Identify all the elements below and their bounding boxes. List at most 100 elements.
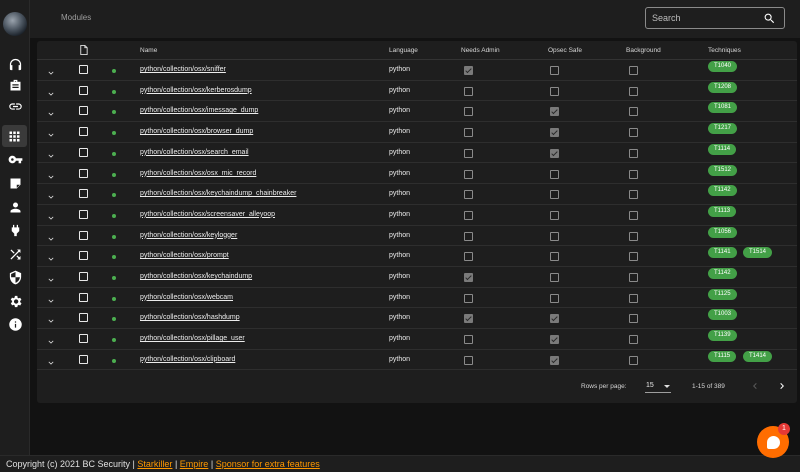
header-language[interactable]: Language bbox=[389, 47, 418, 54]
module-name-link[interactable]: python/collection/osx/hashdump bbox=[140, 314, 240, 321]
technique-chip[interactable]: T1081 bbox=[708, 102, 738, 114]
table-row[interactable]: python/collection/osx/keychaindump python… bbox=[37, 267, 797, 288]
nav-shuffle[interactable] bbox=[6, 245, 24, 263]
module-name-link[interactable]: python/collection/osx/webcam bbox=[140, 294, 233, 301]
module-name-link[interactable]: python/collection/osx/imessage_dump bbox=[140, 107, 258, 114]
table-row[interactable]: python/collection/osx/screensaver_alleyo… bbox=[37, 205, 797, 226]
technique-chip[interactable]: T1217 bbox=[708, 123, 738, 135]
technique-chip[interactable]: T1208 bbox=[708, 81, 738, 93]
header-name[interactable]: Name bbox=[140, 47, 157, 54]
prev-page-button[interactable] bbox=[749, 379, 761, 391]
row-select-checkbox[interactable] bbox=[79, 251, 88, 261]
module-name-link[interactable]: python/collection/osx/osx_mic_record bbox=[140, 170, 256, 177]
row-select-checkbox[interactable] bbox=[79, 272, 88, 281]
next-page-button[interactable] bbox=[776, 379, 788, 391]
nav-info[interactable] bbox=[6, 315, 24, 333]
table-row[interactable]: python/collection/osx/clipboard python T11… bbox=[37, 350, 797, 371]
nav-user[interactable] bbox=[6, 198, 24, 216]
module-name-link[interactable]: python/collection/osx/browser_dump bbox=[140, 128, 253, 135]
module-name-link[interactable]: python/collection/osx/clipboard bbox=[140, 356, 235, 363]
search-icon[interactable] bbox=[763, 12, 776, 25]
row-select-checkbox[interactable] bbox=[79, 313, 88, 323]
row-select-checkbox[interactable] bbox=[79, 189, 88, 199]
module-name-link[interactable]: python/collection/osx/keychaindump_chain… bbox=[140, 190, 296, 197]
nav-shield[interactable] bbox=[6, 268, 24, 286]
technique-chip[interactable]: T1113 bbox=[708, 205, 737, 217]
expand-row-button[interactable] bbox=[46, 251, 56, 261]
technique-chip[interactable]: T1114 bbox=[708, 143, 737, 155]
header-needs-admin[interactable]: Needs Admin bbox=[461, 47, 500, 54]
table-row[interactable]: python/collection/osx/webcam python T1125 bbox=[37, 288, 797, 309]
row-select-checkbox[interactable] bbox=[79, 127, 88, 137]
technique-chip[interactable]: T1514 bbox=[743, 247, 773, 259]
row-select-checkbox[interactable] bbox=[79, 230, 88, 240]
expand-row-button[interactable] bbox=[46, 334, 56, 344]
expand-row-button[interactable] bbox=[46, 106, 56, 117]
module-name-link[interactable]: python/collection/osx/kerberosdump bbox=[140, 87, 252, 94]
nav-link[interactable] bbox=[6, 97, 24, 115]
copy-icon[interactable] bbox=[78, 44, 89, 56]
technique-chip[interactable]: T1142 bbox=[708, 185, 737, 197]
nav-headphones[interactable] bbox=[6, 55, 24, 73]
sponsor-link[interactable]: Sponsor for extra features bbox=[216, 459, 320, 469]
header-background[interactable]: Background bbox=[626, 47, 661, 54]
technique-chip[interactable]: T1115 bbox=[708, 350, 737, 362]
nav-note[interactable] bbox=[6, 174, 24, 192]
row-select-checkbox[interactable] bbox=[79, 209, 88, 219]
starkiller-link[interactable]: Starkiller bbox=[137, 459, 172, 469]
expand-row-button[interactable] bbox=[46, 293, 56, 303]
row-select-checkbox[interactable] bbox=[79, 334, 88, 344]
search-input[interactable] bbox=[652, 11, 756, 25]
table-row[interactable]: python/collection/osx/osx_mic_record pyth… bbox=[37, 164, 797, 185]
table-row[interactable]: python/collection/osx/hashdump python T100… bbox=[37, 308, 797, 330]
table-row[interactable]: python/collection/osx/keychaindump_chain… bbox=[37, 184, 797, 205]
nav-grid[interactable] bbox=[2, 125, 27, 147]
row-select-checkbox[interactable] bbox=[79, 292, 88, 302]
expand-row-button[interactable] bbox=[46, 86, 56, 96]
table-row[interactable]: python/collection/osx/imessage_dump pytho… bbox=[37, 101, 797, 123]
expand-row-button[interactable] bbox=[46, 272, 56, 282]
expand-row-button[interactable] bbox=[46, 148, 56, 158]
module-name-link[interactable]: python/collection/osx/keylogger bbox=[140, 232, 237, 239]
technique-chip[interactable]: T1139 bbox=[708, 330, 737, 342]
expand-row-button[interactable] bbox=[46, 313, 56, 324]
table-row[interactable]: python/collection/osx/browser_dump python… bbox=[37, 122, 797, 143]
nav-key[interactable] bbox=[6, 150, 24, 168]
table-row[interactable]: python/collection/osx/search_email python… bbox=[37, 143, 797, 164]
technique-chip[interactable]: T1056 bbox=[708, 226, 738, 238]
technique-chip[interactable]: T1414 bbox=[743, 350, 773, 362]
table-row[interactable]: python/collection/osx/keylogger python T10… bbox=[37, 226, 797, 247]
expand-row-button[interactable] bbox=[46, 65, 56, 75]
technique-chip[interactable]: T1512 bbox=[708, 164, 738, 176]
nav-briefcase[interactable] bbox=[6, 76, 24, 94]
module-name-link[interactable]: python/collection/osx/sniffer bbox=[140, 66, 226, 73]
expand-row-button[interactable] bbox=[46, 127, 56, 137]
logo[interactable] bbox=[3, 12, 27, 36]
table-row[interactable]: python/collection/osx/sniffer python T1040 bbox=[37, 60, 797, 81]
expand-row-button[interactable] bbox=[46, 169, 56, 179]
row-select-checkbox[interactable] bbox=[79, 168, 88, 178]
technique-chip[interactable]: T1040 bbox=[708, 61, 738, 72]
technique-chip[interactable]: T1141 bbox=[708, 247, 737, 259]
module-name-link[interactable]: python/collection/osx/screensaver_alleyo… bbox=[140, 211, 275, 218]
expand-row-button[interactable] bbox=[46, 189, 56, 199]
technique-chip[interactable]: T1142 bbox=[708, 268, 737, 279]
table-row[interactable]: python/collection/osx/kerberosdump python… bbox=[37, 81, 797, 102]
rows-per-page-select[interactable]: 15 bbox=[645, 380, 671, 393]
table-row[interactable]: python/collection/osx/pillage_user python… bbox=[37, 329, 797, 350]
expand-row-button[interactable] bbox=[46, 355, 56, 365]
row-select-checkbox[interactable] bbox=[79, 106, 88, 116]
nav-gear[interactable] bbox=[6, 292, 24, 310]
row-select-checkbox[interactable] bbox=[79, 85, 88, 95]
expand-row-button[interactable] bbox=[46, 231, 56, 241]
search-box[interactable] bbox=[645, 7, 785, 29]
module-name-link[interactable]: python/collection/osx/search_email bbox=[140, 149, 249, 156]
technique-chip[interactable]: T1003 bbox=[708, 309, 738, 321]
expand-row-button[interactable] bbox=[46, 210, 56, 220]
technique-chip[interactable]: T1125 bbox=[708, 288, 737, 300]
header-opsec-safe[interactable]: Opsec Safe bbox=[548, 47, 582, 54]
header-techniques[interactable]: Techniques bbox=[708, 47, 741, 54]
row-select-checkbox[interactable] bbox=[79, 354, 88, 364]
module-name-link[interactable]: python/collection/osx/pillage_user bbox=[140, 335, 245, 342]
row-select-checkbox[interactable] bbox=[79, 65, 88, 74]
